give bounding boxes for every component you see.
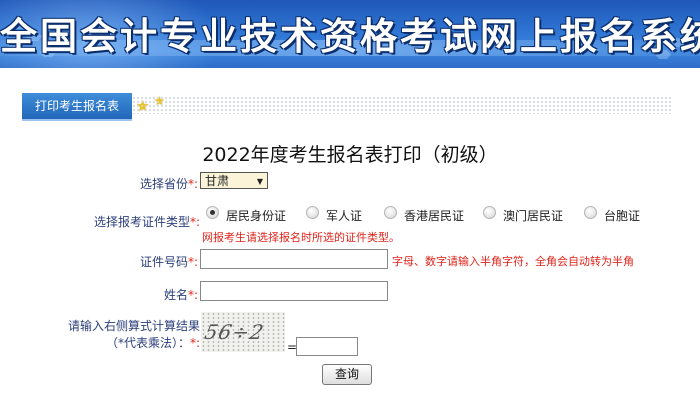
- province-select[interactable]: 甘肃 ▼: [200, 172, 268, 189]
- id-number-label: 证件号码*:: [139, 255, 198, 269]
- header-banner: 全国会计专业技术资格考试网上报名系统: [0, 0, 700, 68]
- captcha-answer-input[interactable]: [296, 337, 358, 356]
- system-title: 全国会计专业技术资格考试网上报名系统: [0, 14, 700, 58]
- id-type-option-label[interactable]: 台胞证: [604, 207, 640, 224]
- id-type-note: 网报考生请选择报名时所选的证件类型。: [202, 231, 400, 244]
- tab-print-registration[interactable]: 打印考生报名表: [22, 93, 132, 121]
- dropdown-arrow-icon: ▼: [256, 177, 263, 186]
- id-type-option-label[interactable]: 军人证: [326, 207, 362, 224]
- id-number-input[interactable]: [200, 249, 388, 269]
- name-label: 姓名*:: [163, 288, 198, 302]
- id-type-option-label[interactable]: 澳门居民证: [503, 207, 563, 224]
- id-type-option-label[interactable]: 香港居民证: [404, 207, 464, 224]
- id-type-radio[interactable]: [384, 206, 397, 219]
- tab-bar: 打印考生报名表 ★ ★: [22, 93, 672, 121]
- id-number-hint: 字母、数字请输入半角字符，全角会自动转为半角: [392, 255, 634, 268]
- id-type-label: 选择报考证件类型*:: [93, 215, 200, 229]
- id-type-radio[interactable]: [584, 206, 597, 219]
- captcha-label: 请输入右侧算式计算结果 （*代表乘法）：*:: [67, 319, 200, 350]
- id-type-radio[interactable]: [206, 206, 219, 219]
- id-type-option-label[interactable]: 居民身份证: [226, 207, 286, 224]
- province-label: 选择省份*:: [139, 177, 198, 191]
- page-title: 2022年度考生报名表打印（初级）: [202, 144, 498, 166]
- id-type-radio[interactable]: [306, 206, 319, 219]
- name-input[interactable]: [200, 281, 388, 301]
- captcha-image[interactable]: 56÷2: [201, 312, 285, 352]
- id-type-radio[interactable]: [483, 206, 496, 219]
- dotted-divider: [132, 96, 672, 114]
- query-button[interactable]: 查询: [322, 364, 372, 385]
